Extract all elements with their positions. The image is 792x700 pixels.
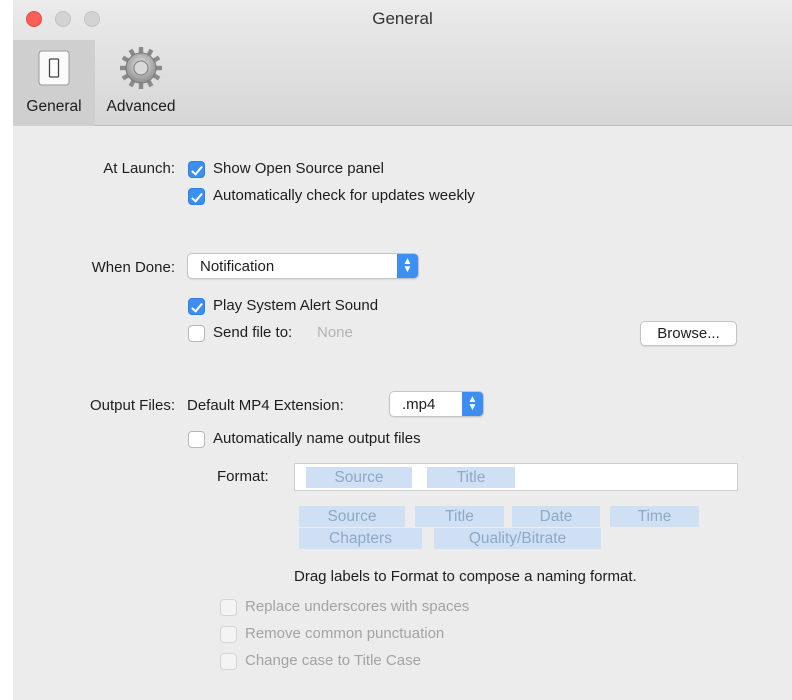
- available-token-time[interactable]: Time: [610, 506, 699, 527]
- mp4-extension-popup[interactable]: .mp4 ▲ ▼: [389, 391, 484, 417]
- chevron-updown-icon: ▲ ▼: [462, 392, 483, 416]
- check-updates-label: Automatically check for updates weekly: [213, 187, 475, 204]
- preferences-window: General General Advanced At Launch: Show…: [13, 0, 792, 700]
- when-done-value: Notification: [200, 258, 275, 275]
- send-file-label: Send file to:: [213, 324, 293, 341]
- format-token[interactable]: Source: [306, 467, 412, 488]
- title-case-checkbox[interactable]: [220, 653, 237, 670]
- tab-general[interactable]: General: [13, 40, 95, 126]
- replace-underscores-checkbox[interactable]: [220, 599, 237, 616]
- send-file-checkbox[interactable]: [188, 325, 205, 342]
- tab-general-label: General: [26, 98, 82, 115]
- when-done-popup[interactable]: Notification ▲ ▼: [187, 253, 419, 279]
- available-token-date[interactable]: Date: [512, 506, 600, 527]
- tab-advanced-label: Advanced: [106, 98, 176, 115]
- title-bar: General General Advanced: [13, 0, 792, 126]
- available-token-quality[interactable]: Quality/Bitrate: [434, 528, 601, 549]
- format-token[interactable]: Title: [427, 467, 515, 488]
- format-label: Format:: [217, 468, 269, 485]
- window-title: General: [372, 9, 433, 28]
- when-done-label: When Done:: [91, 259, 175, 276]
- available-token-title[interactable]: Title: [415, 506, 504, 527]
- mp4-extension-label: Default MP4 Extension:: [187, 397, 344, 414]
- format-hint: Drag labels to Format to compose a namin…: [294, 568, 637, 585]
- available-token-chapters[interactable]: Chapters: [299, 528, 422, 549]
- mp4-extension-value: .mp4: [402, 396, 436, 413]
- remove-punctuation-label: Remove common punctuation: [245, 625, 445, 642]
- chevron-updown-icon: ▲ ▼: [397, 254, 418, 278]
- auto-name-label: Automatically name output files: [213, 430, 421, 447]
- play-alert-label: Play System Alert Sound: [213, 297, 379, 314]
- gear-icon: [119, 46, 163, 90]
- switch-icon: [32, 46, 76, 90]
- title-case-label: Change case to Title Case: [245, 652, 421, 669]
- show-open-source-checkbox[interactable]: [188, 161, 205, 178]
- at-launch-label: At Launch:: [103, 160, 175, 177]
- remove-punctuation-checkbox[interactable]: [220, 626, 237, 643]
- show-open-source-label: Show Open Source panel: [213, 160, 384, 177]
- check-updates-checkbox[interactable]: [188, 188, 205, 205]
- play-alert-checkbox[interactable]: [188, 298, 205, 315]
- auto-name-checkbox[interactable]: [188, 431, 205, 448]
- send-file-destination: None: [317, 324, 353, 341]
- browse-button[interactable]: Browse...: [640, 321, 737, 346]
- general-pane: At Launch: Show Open Source panel Automa…: [13, 127, 792, 700]
- available-token-source[interactable]: Source: [299, 506, 405, 527]
- format-field[interactable]: Source Title: [294, 463, 738, 491]
- tab-advanced[interactable]: Advanced: [95, 40, 187, 126]
- replace-underscores-label: Replace underscores with spaces: [245, 598, 470, 615]
- output-files-label: Output Files:: [89, 397, 175, 414]
